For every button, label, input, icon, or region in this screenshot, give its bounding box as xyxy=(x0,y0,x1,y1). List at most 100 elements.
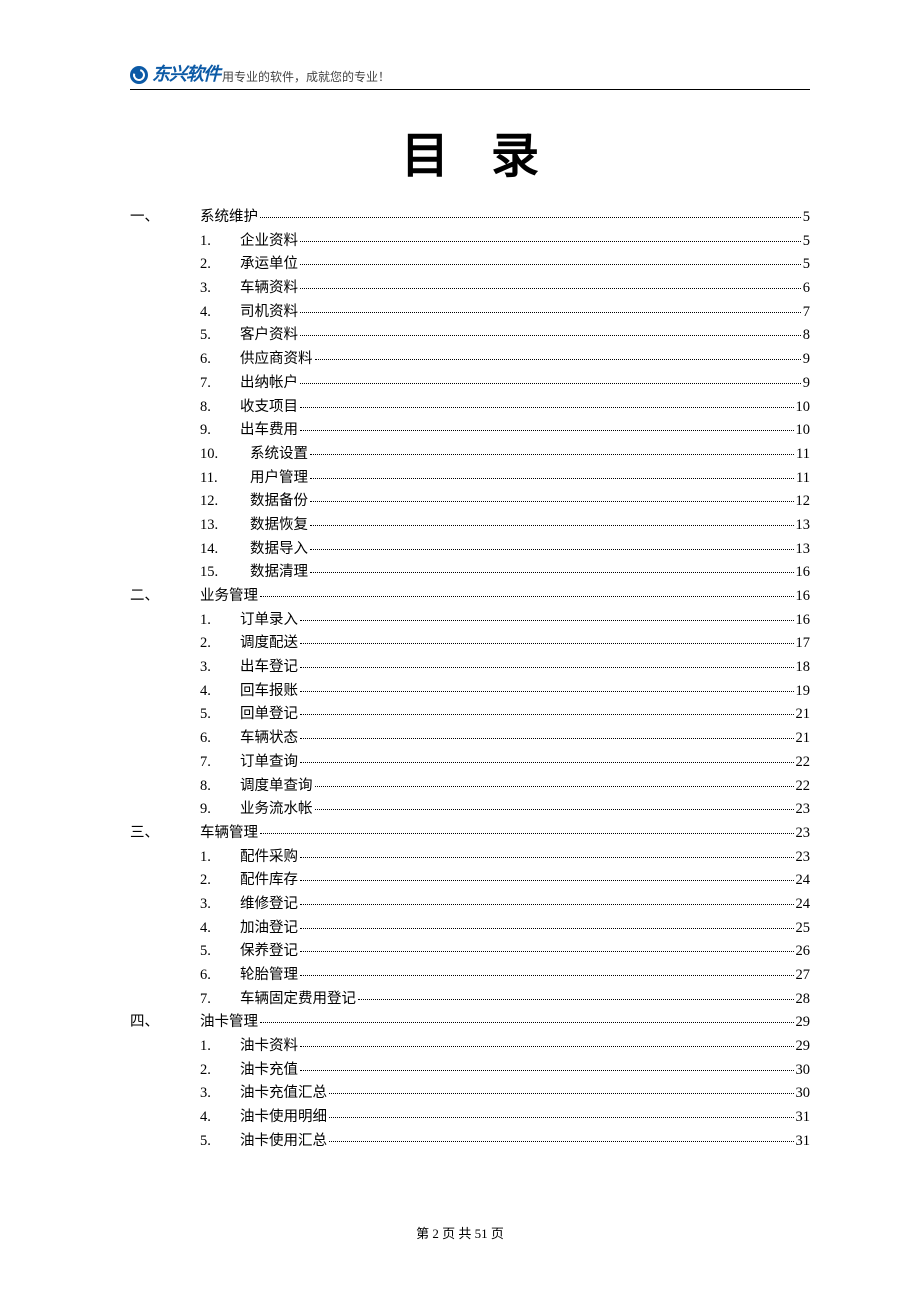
toc-item-marker: 6. xyxy=(200,731,240,746)
toc-item-label: 出车登记 xyxy=(240,660,298,675)
toc-item-page: 10 xyxy=(796,400,811,415)
toc-item-row: 2.调度配送17 xyxy=(130,636,810,651)
toc-item-marker: 3. xyxy=(200,660,240,675)
toc-item-label: 数据清理 xyxy=(240,565,308,580)
toc-item-page: 16 xyxy=(796,613,811,628)
toc-leader xyxy=(310,454,794,455)
toc-item-marker: 5. xyxy=(200,707,240,722)
toc-leader xyxy=(300,288,801,289)
toc-leader xyxy=(358,999,794,1000)
toc-item-label: 系统设置 xyxy=(240,447,308,462)
page-header: 东兴软件 用专业的软件，成就您的专业！ xyxy=(130,60,810,90)
toc-leader xyxy=(300,1070,794,1071)
toc-leader xyxy=(310,501,794,502)
toc-item-label: 回车报账 xyxy=(240,684,298,699)
toc-item-label: 企业资料 xyxy=(240,234,298,249)
toc-item-page: 30 xyxy=(796,1063,811,1078)
toc-section-label: 油卡管理 xyxy=(200,1015,258,1030)
toc-item-row: 11.用户管理11 xyxy=(130,471,810,486)
toc-item-page: 5 xyxy=(803,257,810,272)
toc-item-page: 8 xyxy=(803,328,810,343)
toc-item-marker: 5. xyxy=(200,944,240,959)
toc-item-label: 数据恢复 xyxy=(240,518,308,533)
toc-item-label: 业务流水帐 xyxy=(240,802,313,817)
toc-item-marker: 7. xyxy=(200,992,240,1007)
toc-leader xyxy=(310,572,794,573)
toc-leader xyxy=(260,833,794,834)
toc-item-page: 10 xyxy=(796,423,811,438)
toc-item-marker: 3. xyxy=(200,897,240,912)
toc-item-label: 承运单位 xyxy=(240,257,298,272)
toc-item-marker: 7. xyxy=(200,755,240,770)
toc-item-row: 3.车辆资料6 xyxy=(130,281,810,296)
toc-leader xyxy=(260,596,794,597)
toc-leader xyxy=(315,809,794,810)
toc-item-row: 5.回单登记21 xyxy=(130,707,810,722)
toc-item-row: 3.出车登记18 xyxy=(130,660,810,675)
footer-suffix: 页 xyxy=(488,1226,504,1241)
toc-item-label: 车辆资料 xyxy=(240,281,298,296)
toc-item-label: 车辆固定费用登记 xyxy=(240,992,356,1007)
toc-item-label: 数据备份 xyxy=(240,494,308,509)
toc-section-row: 一、系统维护5 xyxy=(130,210,810,225)
toc-section-page: 23 xyxy=(796,826,811,841)
toc-item-marker: 14. xyxy=(200,542,240,557)
toc-item-row: 7.车辆固定费用登记 28 xyxy=(130,992,810,1007)
toc-item-row: 4.油卡使用明细 31 xyxy=(130,1110,810,1125)
toc-item-label: 供应商资料 xyxy=(240,352,313,367)
toc-item-marker: 7. xyxy=(200,376,240,391)
toc-leader xyxy=(310,525,794,526)
toc-item-label: 油卡使用明细 xyxy=(240,1110,327,1125)
toc-leader xyxy=(300,975,794,976)
toc-item-row: 7.出纳帐户9 xyxy=(130,376,810,391)
toc-item-label: 调度配送 xyxy=(240,636,298,651)
toc-item-page: 9 xyxy=(803,352,810,367)
toc-leader xyxy=(300,383,801,384)
toc-item-row: 5.客户资料8 xyxy=(130,328,810,343)
toc-item-marker: 1. xyxy=(200,1039,240,1054)
toc-item-page: 24 xyxy=(796,897,811,912)
toc-leader xyxy=(300,928,794,929)
toc-leader xyxy=(300,691,794,692)
toc-item-label: 调度单查询 xyxy=(240,779,313,794)
document-page: 东兴软件 用专业的软件，成就您的专业！ 目录 一、系统维护51.企业资料52.承… xyxy=(0,0,920,1302)
toc-leader xyxy=(300,620,794,621)
toc-section-marker: 二、 xyxy=(130,589,200,604)
toc-item-label: 车辆状态 xyxy=(240,731,298,746)
toc-leader xyxy=(315,786,794,787)
toc-item-row: 4.加油登记25 xyxy=(130,921,810,936)
toc-item-marker: 3. xyxy=(200,1086,240,1101)
toc-item-label: 维修登记 xyxy=(240,897,298,912)
toc-item-page: 25 xyxy=(796,921,811,936)
toc-item-page: 31 xyxy=(796,1110,811,1125)
toc-item-marker: 2. xyxy=(200,257,240,272)
toc-item-marker: 4. xyxy=(200,1110,240,1125)
toc-item-row: 1.配件采购23 xyxy=(130,850,810,865)
brand-slogan: 用专业的软件，成就您的专业！ xyxy=(222,68,390,86)
toc-item-page: 17 xyxy=(796,636,811,651)
toc-item-row: 5.保养登记 26 xyxy=(130,944,810,959)
toc-item-row: 2.配件库存24 xyxy=(130,873,810,888)
toc-item-marker: 4. xyxy=(200,305,240,320)
toc-item-marker: 1. xyxy=(200,613,240,628)
toc-item-label: 客户资料 xyxy=(240,328,298,343)
toc-item-page: 28 xyxy=(796,992,811,1007)
toc-item-row: 9.业务流水帐23 xyxy=(130,802,810,817)
toc-item-label: 油卡充值汇总 xyxy=(240,1086,327,1101)
toc-item-label: 订单录入 xyxy=(240,613,298,628)
toc-item-row: 8.调度单查询22 xyxy=(130,779,810,794)
logo-text: 东兴软件 xyxy=(152,60,220,86)
toc-section-label: 系统维护 xyxy=(200,210,258,225)
toc-item-page: 6 xyxy=(803,281,810,296)
toc-item-marker: 13. xyxy=(200,518,240,533)
toc-section-label: 车辆管理 xyxy=(200,826,258,841)
toc-item-marker: 4. xyxy=(200,684,240,699)
toc-leader xyxy=(329,1141,794,1142)
toc-item-label: 保养登记 xyxy=(240,944,298,959)
toc-leader xyxy=(300,857,794,858)
toc-item-page: 26 xyxy=(796,944,811,959)
toc-item-page: 23 xyxy=(796,850,811,865)
toc-leader xyxy=(300,312,801,313)
toc-item-label: 用户管理 xyxy=(240,471,308,486)
toc-item-marker: 11. xyxy=(200,471,240,486)
